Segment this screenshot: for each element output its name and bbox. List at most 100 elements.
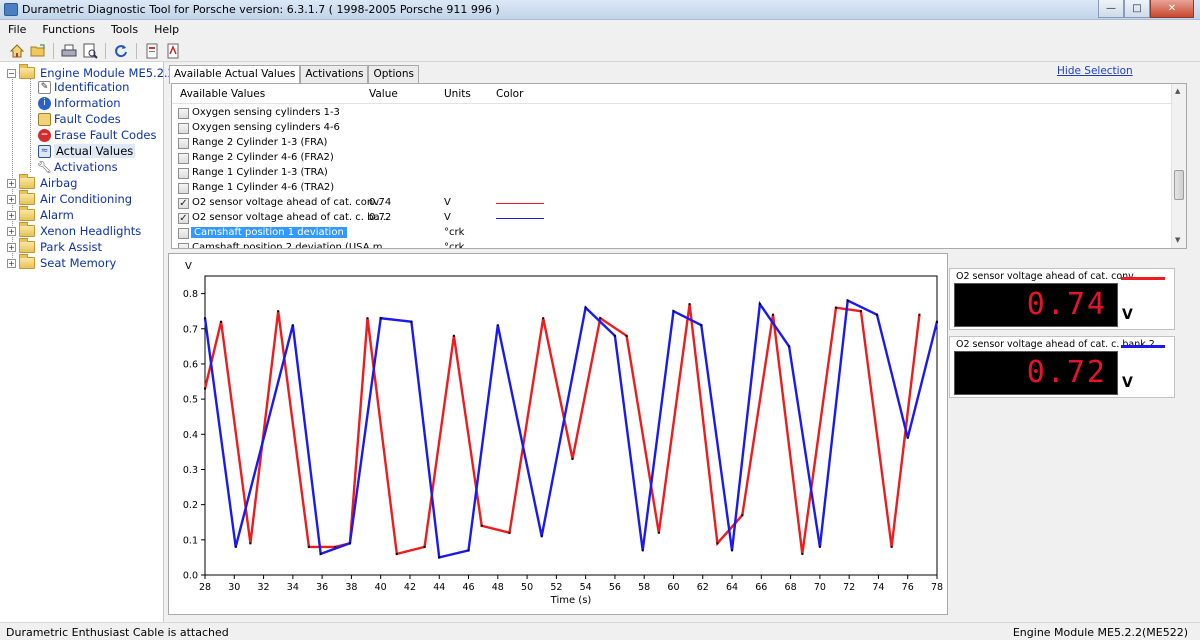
tree-item-fault-codes[interactable]: Fault Codes [38, 111, 121, 127]
print-preview-icon[interactable] [81, 42, 99, 60]
data-point [846, 299, 849, 302]
data-point [508, 531, 511, 534]
row-color-swatch [496, 218, 544, 219]
y-tick-label: 0.2 [183, 500, 198, 511]
list-item[interactable]: Range 1 Cylinder 1-3 (TRA) [176, 166, 1166, 181]
x-tick-label: 42 [404, 582, 416, 593]
tab-available-actual-values[interactable]: Available Actual Values [169, 65, 301, 84]
collapse-icon[interactable]: − [7, 68, 16, 78]
tree-item-activations[interactable]: 🔧︎ Activations [37, 159, 118, 175]
row-checkbox[interactable] [178, 138, 189, 149]
list-item[interactable]: Oxygen sensing cylinders 1-3 [176, 106, 1166, 121]
row-checkbox[interactable] [178, 123, 189, 134]
tree-item-actual-values[interactable]: ≈ Actual Values [38, 143, 136, 159]
row-checkbox[interactable] [178, 168, 189, 179]
info-icon: i [38, 96, 51, 110]
list-scrollbar[interactable]: ▲ ▼ [1171, 84, 1186, 248]
expand-icon[interactable]: + [7, 210, 16, 220]
refresh-icon[interactable] [112, 42, 130, 60]
tree-item-label: Xenon Headlights [40, 224, 142, 238]
header-value[interactable]: Value [369, 88, 398, 100]
minimize-button[interactable]: — [1098, 0, 1124, 18]
list-item[interactable]: Camshaft position 2 deviation (USA m... °… [176, 241, 1166, 248]
tab-options[interactable]: Options [368, 65, 419, 83]
x-tick-label: 50 [521, 582, 533, 593]
row-checkbox[interactable] [178, 183, 189, 194]
row-checkbox[interactable] [178, 243, 189, 248]
data-point [584, 306, 587, 309]
available-values-list: Available Values Value Units Color Oxyge… [171, 83, 1187, 249]
scroll-up-icon[interactable]: ▲ [1175, 87, 1180, 95]
header-units[interactable]: Units [444, 88, 471, 100]
tree-item-park-assist[interactable]: + Park Assist [7, 238, 103, 255]
x-tick-label: 72 [843, 582, 855, 593]
row-color-swatch [496, 233, 544, 234]
row-name: Range 1 Cylinder 1-3 (TRA) [192, 167, 328, 178]
data-point [204, 317, 206, 320]
expand-icon[interactable]: + [7, 226, 16, 236]
print-icon[interactable] [60, 42, 78, 60]
header-available-values[interactable]: Available Values [180, 88, 265, 100]
tree-item-identification[interactable]: ✎ Identification [38, 79, 129, 95]
tree-item-label: Information [54, 96, 121, 110]
row-color-swatch [496, 128, 544, 129]
title-bar: Durametric Diagnostic Tool for Porsche v… [0, 0, 1200, 20]
row-checkbox[interactable]: ✓ [178, 213, 189, 224]
menu-help[interactable]: Help [146, 20, 187, 40]
tree-line [30, 76, 31, 172]
header-color[interactable]: Color [496, 88, 523, 100]
data-point [731, 549, 734, 552]
plot-area [204, 275, 938, 576]
window-controls: — □ ✕ [1098, 0, 1194, 18]
expand-icon[interactable]: + [7, 194, 16, 204]
home-icon[interactable] [8, 42, 26, 60]
tree-item-xenon-headlights[interactable]: + Xenon Headlights [7, 222, 142, 239]
tab-activations[interactable]: Activations [300, 65, 369, 83]
menu-file[interactable]: File [0, 20, 34, 40]
y-tick-label: 0.8 [183, 289, 198, 300]
expand-icon[interactable]: + [7, 242, 16, 252]
tree-item-seat-memory[interactable]: + Seat Memory [7, 254, 116, 271]
row-checkbox[interactable] [178, 153, 189, 164]
toolbar-separator [136, 42, 137, 59]
list-item[interactable]: Camshaft position 1 deviation °crk [176, 226, 1166, 241]
list-item[interactable]: Range 2 Cylinder 4-6 (FRA2) [176, 151, 1166, 166]
maximize-button[interactable]: □ [1124, 0, 1150, 18]
row-checkbox[interactable]: ✓ [178, 198, 189, 209]
tree-item-erase-fault-codes[interactable]: − Erase Fault Codes [38, 127, 156, 143]
tree-item-information[interactable]: i Information [38, 95, 121, 111]
data-point [220, 320, 223, 323]
list-item[interactable]: Range 2 Cylinder 1-3 (FRA) [176, 136, 1166, 151]
list-item[interactable]: Oxygen sensing cylinders 4-6 [176, 121, 1166, 136]
list-item[interactable]: ✓ O2 sensor voltage ahead of cat. c. ba..… [176, 211, 1166, 226]
row-color-swatch [496, 173, 544, 174]
report-icon[interactable] [143, 42, 161, 60]
open-folder-icon[interactable] [29, 42, 47, 60]
expand-icon[interactable]: + [7, 258, 16, 268]
row-unit: V [444, 197, 451, 208]
pdf-report-icon[interactable] [164, 42, 182, 60]
close-button[interactable]: ✕ [1150, 0, 1194, 18]
list-item[interactable]: Range 1 Cylinder 4-6 (TRA2) [176, 181, 1166, 196]
row-name: Camshaft position 1 deviation [191, 227, 347, 238]
data-point [319, 552, 322, 555]
tree-item-air-conditioning[interactable]: + Air Conditioning [7, 190, 132, 207]
list-item[interactable]: ✓ O2 sensor voltage ahead of cat. conv. 0.… [176, 196, 1166, 211]
hide-selection-link[interactable]: Hide Selection [1057, 65, 1133, 77]
tree-item-label: Park Assist [40, 240, 103, 254]
fault-codes-icon [38, 112, 51, 126]
tree-item-airbag[interactable]: + Airbag [7, 174, 77, 191]
tree-item-alarm[interactable]: + Alarm [7, 206, 74, 223]
scroll-down-icon[interactable]: ▼ [1175, 236, 1180, 244]
gauge-unit: V [1122, 307, 1133, 323]
row-value: 0.72 [369, 212, 392, 223]
y-tick-label: 0.0 [183, 571, 198, 582]
row-checkbox[interactable] [178, 228, 189, 239]
data-point [859, 310, 862, 313]
tree-item-label: Fault Codes [54, 112, 121, 126]
menu-tools[interactable]: Tools [103, 20, 146, 40]
row-checkbox[interactable] [178, 108, 189, 119]
expand-icon[interactable]: + [7, 178, 16, 188]
menu-functions[interactable]: Functions [34, 20, 103, 40]
scroll-thumb[interactable] [1174, 170, 1184, 200]
